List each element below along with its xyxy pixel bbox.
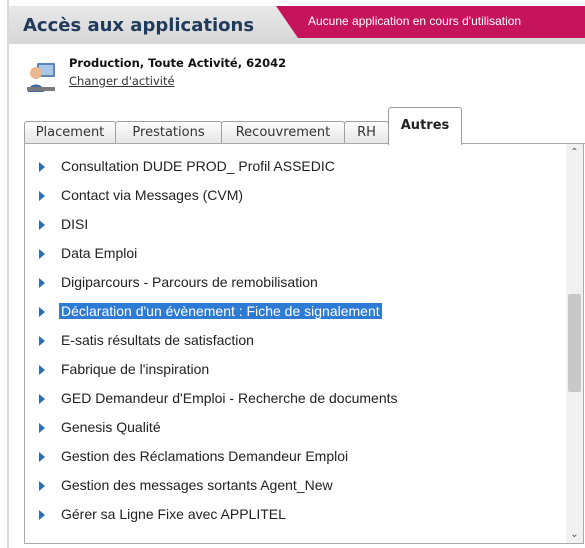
vertical-scrollbar[interactable]: ⌃ ⌄ — [566, 144, 583, 543]
arrow-right-icon — [39, 394, 45, 404]
window-left-border — [7, 0, 9, 548]
change-activity-link[interactable]: Changer d'activité — [69, 74, 175, 88]
tab-autres[interactable]: Autres — [388, 107, 462, 145]
status-badge: Aucune application en cours d'utilisatio… — [276, 6, 585, 38]
arrow-right-icon — [39, 336, 45, 346]
tab-bar: Placement Prestations Recouvrement RH Au… — [24, 107, 585, 145]
arrow-right-icon — [39, 307, 45, 317]
tab-recouvrement[interactable]: Recouvrement — [221, 121, 345, 143]
activity-title: Production, Toute Activité, 62042 — [69, 56, 287, 70]
arrow-right-icon — [39, 365, 45, 375]
applications-list-panel: Consultation DUDE PROD_ Profil ASSEDIC C… — [24, 144, 584, 544]
arrow-right-icon — [39, 423, 45, 433]
arrow-right-icon — [39, 191, 45, 201]
tab-prestations[interactable]: Prestations — [115, 121, 222, 143]
activity-panel: Production, Toute Activité, 62042 Change… — [25, 56, 565, 96]
user-avatar-icon — [27, 63, 55, 92]
arrow-right-icon — [39, 510, 45, 520]
arrow-right-icon — [39, 220, 45, 230]
chevron-down-icon[interactable]: ⌄ — [566, 526, 583, 543]
status-text: Aucune application en cours d'utilisatio… — [308, 14, 522, 28]
applications-window: Accès aux applications Aucune applicatio… — [0, 0, 585, 548]
arrow-right-icon — [39, 481, 45, 491]
arrow-right-icon — [39, 249, 45, 259]
tab-placement[interactable]: Placement — [24, 121, 116, 143]
arrow-right-icon — [39, 162, 45, 172]
arrow-right-icon — [39, 452, 45, 462]
arrow-right-icon — [39, 278, 45, 288]
tab-rh[interactable]: RH — [344, 121, 389, 143]
chevron-up-icon[interactable]: ⌃ — [566, 144, 583, 161]
page-title: Accès aux applications — [23, 15, 255, 36]
scrollbar-thumb[interactable] — [568, 294, 581, 392]
